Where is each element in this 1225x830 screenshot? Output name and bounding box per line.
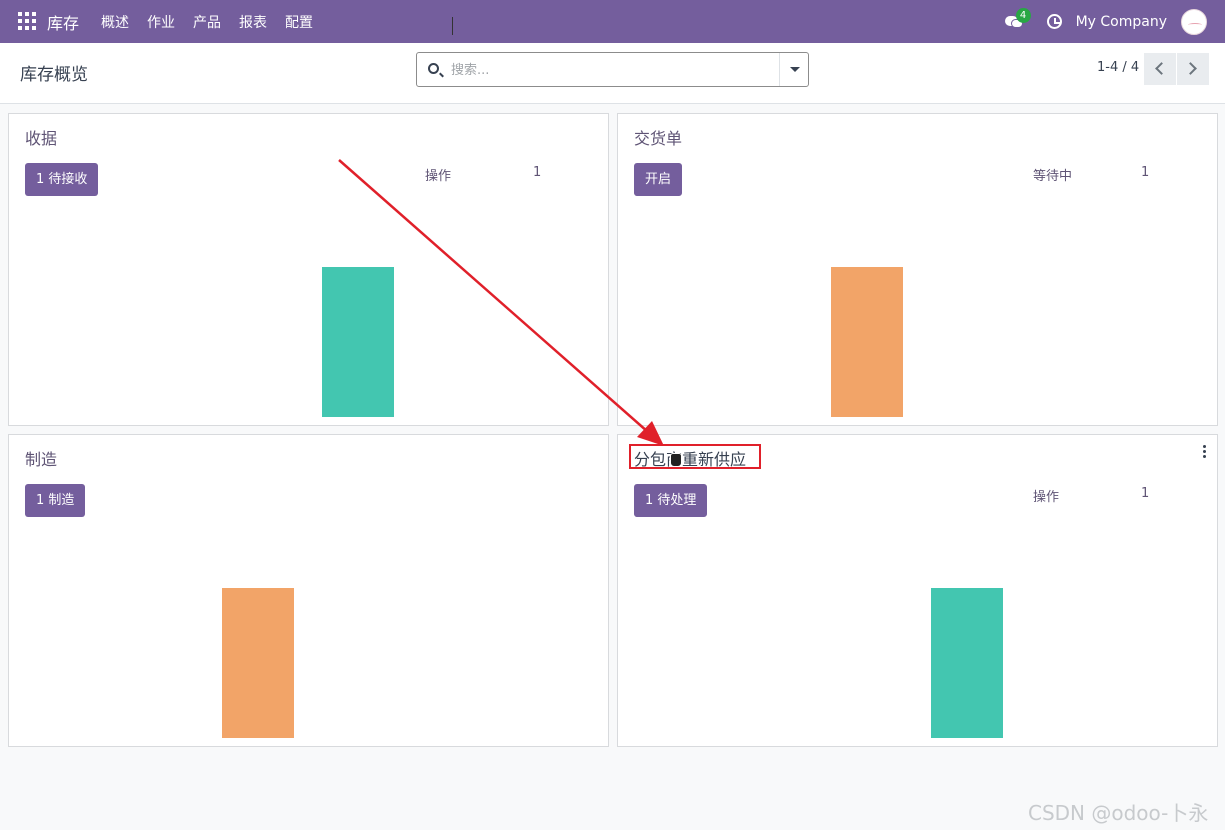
pager-next-button[interactable] xyxy=(1177,53,1209,85)
chevron-right-icon xyxy=(1184,62,1197,75)
graph-bar xyxy=(931,588,1003,738)
stat-value[interactable]: 1 xyxy=(1141,486,1149,501)
graph-bar xyxy=(831,267,903,417)
menu-item-reporting[interactable]: 报表 xyxy=(239,12,267,32)
card-action-button[interactable]: 1 待接收 xyxy=(25,163,99,196)
kanban-card-subcontracting-resupply[interactable]: 分包商重新供应 1 待处理 操作 1 xyxy=(617,434,1218,747)
app-name[interactable]: 库存 xyxy=(47,10,79,34)
page-title: 库存概览 xyxy=(20,65,88,85)
card-action-button[interactable]: 1 制造 xyxy=(25,484,86,517)
control-panel: 库存概览 1-4 / 4 xyxy=(0,43,1225,104)
text-cursor xyxy=(452,17,453,35)
navbar-right: 4 My Company xyxy=(1004,0,1207,43)
stat-label[interactable]: 操作 xyxy=(1033,486,1059,505)
annotation-highlight-box xyxy=(629,444,761,469)
company-switcher[interactable]: My Company xyxy=(1076,14,1167,30)
menu-item-overview[interactable]: 概述 xyxy=(101,12,129,32)
chat-count-badge: 4 xyxy=(1015,7,1031,23)
card-title[interactable]: 收据 xyxy=(25,125,57,149)
top-navbar: 库存 概述 作业 产品 报表 配置 4 My Company xyxy=(0,0,1225,43)
mouse-pointer-icon xyxy=(670,453,682,467)
search-icon xyxy=(428,63,439,74)
pager-previous-button[interactable] xyxy=(1144,53,1176,85)
stat-value[interactable]: 1 xyxy=(533,165,541,180)
menu-item-products[interactable]: 产品 xyxy=(193,12,221,32)
card-title[interactable]: 制造 xyxy=(25,446,57,470)
search-options-toggle[interactable] xyxy=(779,53,808,86)
card-title[interactable]: 交货单 xyxy=(634,125,682,149)
apps-grid-icon[interactable] xyxy=(18,12,36,30)
card-action-button[interactable]: 1 待处理 xyxy=(634,484,708,517)
pager-value[interactable]: 1-4 / 4 xyxy=(1097,60,1139,75)
chevron-left-icon xyxy=(1155,62,1168,75)
more-options-icon[interactable] xyxy=(1203,445,1207,459)
user-avatar[interactable] xyxy=(1181,8,1207,35)
card-action-button[interactable]: 开启 xyxy=(634,163,683,196)
stat-label[interactable]: 等待中 xyxy=(1033,165,1072,184)
graph-bar xyxy=(322,267,394,417)
watermark: CSDN @odoo-卜永 xyxy=(1028,801,1209,825)
menu-item-operations[interactable]: 作业 xyxy=(147,12,175,32)
search-input[interactable] xyxy=(451,59,771,81)
kanban-card-delivery-orders[interactable]: 交货单 开启 等待中 1 xyxy=(617,113,1218,426)
clock-icon[interactable] xyxy=(1046,14,1062,29)
stat-value[interactable]: 1 xyxy=(1141,165,1149,180)
kanban-card-manufacturing[interactable]: 制造 1 制造 xyxy=(8,434,609,747)
search-bar xyxy=(416,52,809,87)
kanban-card-receipts[interactable]: 收据 1 待接收 操作 1 xyxy=(8,113,609,426)
chat-icon[interactable]: 4 xyxy=(1004,7,1031,32)
main-menu: 概述 作业 产品 报表 配置 xyxy=(101,12,331,32)
stat-label[interactable]: 操作 xyxy=(425,165,451,184)
menu-item-configuration[interactable]: 配置 xyxy=(285,12,313,32)
graph-bar xyxy=(222,588,294,738)
